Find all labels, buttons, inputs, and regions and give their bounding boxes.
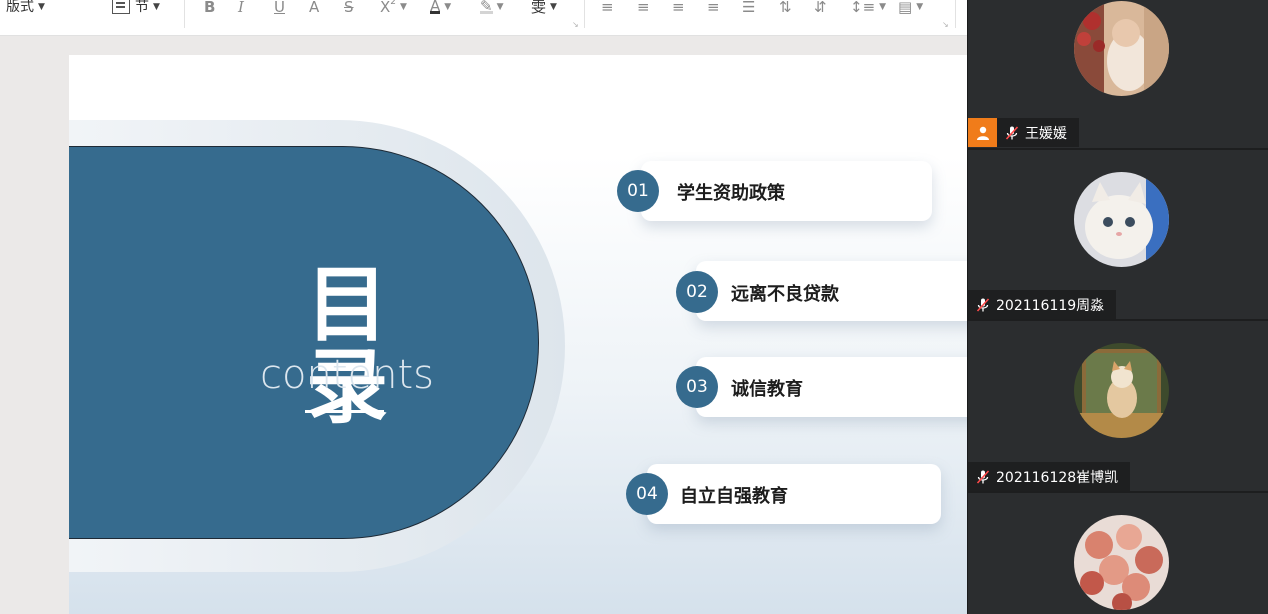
chevron-down-icon: ▼ [550, 2, 557, 12]
toc-label[interactable]: 诚信教育 [731, 375, 803, 401]
shadow-icon[interactable]: A [309, 0, 319, 15]
toc-label[interactable]: 远离不良贷款 [731, 280, 839, 306]
slide[interactable]: 目录 contents 01 学生资助政策 02 远离不良贷款 03 诚信教育 … [69, 55, 967, 614]
ribbon-toolbar: 版式 ▼ 节 ▼ B I U A S X 2 ▼ A ▼ ✎ ▼ 雯 ▼ ↘ ≡ ≡ ≡ … [0, 0, 967, 36]
participant-name-tag: 202116128崔博凯 [968, 462, 1131, 491]
section-dropdown[interactable]: 节 ▼ [112, 0, 160, 14]
layout-dropdown[interactable]: 版式 ▼ [6, 0, 45, 14]
slide-canvas: 目录 contents 01 学生资助政策 02 远离不良贷款 03 诚信教育 … [0, 36, 967, 614]
chevron-down-icon: ▼ [879, 2, 887, 12]
section-icon [112, 0, 130, 14]
bold-icon[interactable]: B [204, 0, 215, 15]
roses-portrait-avatar [1074, 1, 1169, 96]
slide-title[interactable]: 目录 [268, 265, 428, 429]
align-center-icon[interactable]: ≡ [637, 0, 650, 15]
toolbar-separator [955, 0, 956, 28]
dialog-launcher-icon[interactable]: ↘ [572, 20, 579, 29]
participant-name-tag: 王媛媛 [968, 118, 1079, 147]
rose-bouquet-avatar-image [1074, 515, 1169, 610]
roses-portrait-avatar-image [1074, 1, 1169, 96]
toolbar-separator [584, 0, 585, 28]
phonetic-icon[interactable]: 雯 ▼ [531, 0, 557, 15]
white-kitten-avatar [1074, 172, 1169, 267]
layout-label: 版式 [6, 0, 34, 15]
toc-number: 01 [617, 170, 659, 212]
decrease-indent-icon[interactable]: ⇵ [814, 0, 827, 15]
chevron-down-icon: ▼ [496, 2, 504, 12]
white-kitten-avatar-image [1074, 172, 1169, 267]
chevron-down-icon: ▼ [916, 2, 924, 12]
toc-number: 03 [676, 366, 718, 408]
toc-number: 02 [676, 271, 718, 313]
toc-label[interactable]: 自立自强教育 [680, 482, 788, 508]
chevron-down-icon: ▼ [38, 2, 45, 12]
justify-icon[interactable]: ≡ [707, 0, 720, 15]
participant-name: 王媛媛 [1025, 125, 1067, 142]
toc-label[interactable]: 学生资助政策 [677, 179, 785, 205]
highlight-icon[interactable]: ✎ ▼ [480, 0, 504, 14]
strikethrough-icon[interactable]: S [344, 0, 354, 15]
align-right-icon[interactable]: ≡ [672, 0, 685, 15]
italic-icon[interactable]: I [238, 0, 244, 15]
paragraph-icon[interactable]: ▤ ▼ [898, 0, 924, 15]
mic-muted-icon [1003, 124, 1021, 142]
distributed-icon[interactable]: ☰ [742, 0, 755, 15]
chevron-down-icon: ▼ [153, 2, 160, 12]
dialog-launcher-icon[interactable]: ↘ [942, 20, 949, 29]
cat-window-avatar-image [1074, 343, 1169, 438]
host-badge [968, 118, 997, 147]
line-spacing-icon[interactable]: ↕≡ ▼ [850, 0, 887, 15]
participant-name: 202116128崔博凯 [996, 469, 1119, 486]
underline-icon[interactable]: U [274, 0, 285, 15]
rose-bouquet-avatar [1074, 515, 1169, 610]
participant-name: 202116119周淼 [996, 297, 1105, 314]
title-underline [305, 410, 384, 413]
chevron-down-icon: ▼ [400, 2, 407, 12]
cat-window-avatar [1074, 343, 1169, 438]
increase-indent-icon[interactable]: ⇅ [779, 0, 792, 15]
superscript-icon[interactable]: X 2 ▼ [380, 0, 407, 15]
section-label: 节 [135, 0, 149, 15]
slide-subtitle[interactable]: contents [247, 355, 447, 395]
participants-panel: 王媛媛 202116119周淼 202116128崔博凯 [967, 0, 1268, 614]
mic-muted-icon [974, 296, 992, 314]
user-icon [976, 126, 989, 140]
font-color-icon[interactable]: A ▼ [430, 0, 451, 14]
align-left-icon[interactable]: ≡ [601, 0, 614, 15]
participant-name-tag: 202116119周淼 [968, 290, 1117, 319]
toolbar-separator [184, 0, 185, 28]
participant-tile[interactable] [968, 493, 1268, 614]
chevron-down-icon: ▼ [444, 2, 452, 12]
toc-number: 04 [626, 473, 668, 515]
mic-muted-icon [974, 468, 992, 486]
